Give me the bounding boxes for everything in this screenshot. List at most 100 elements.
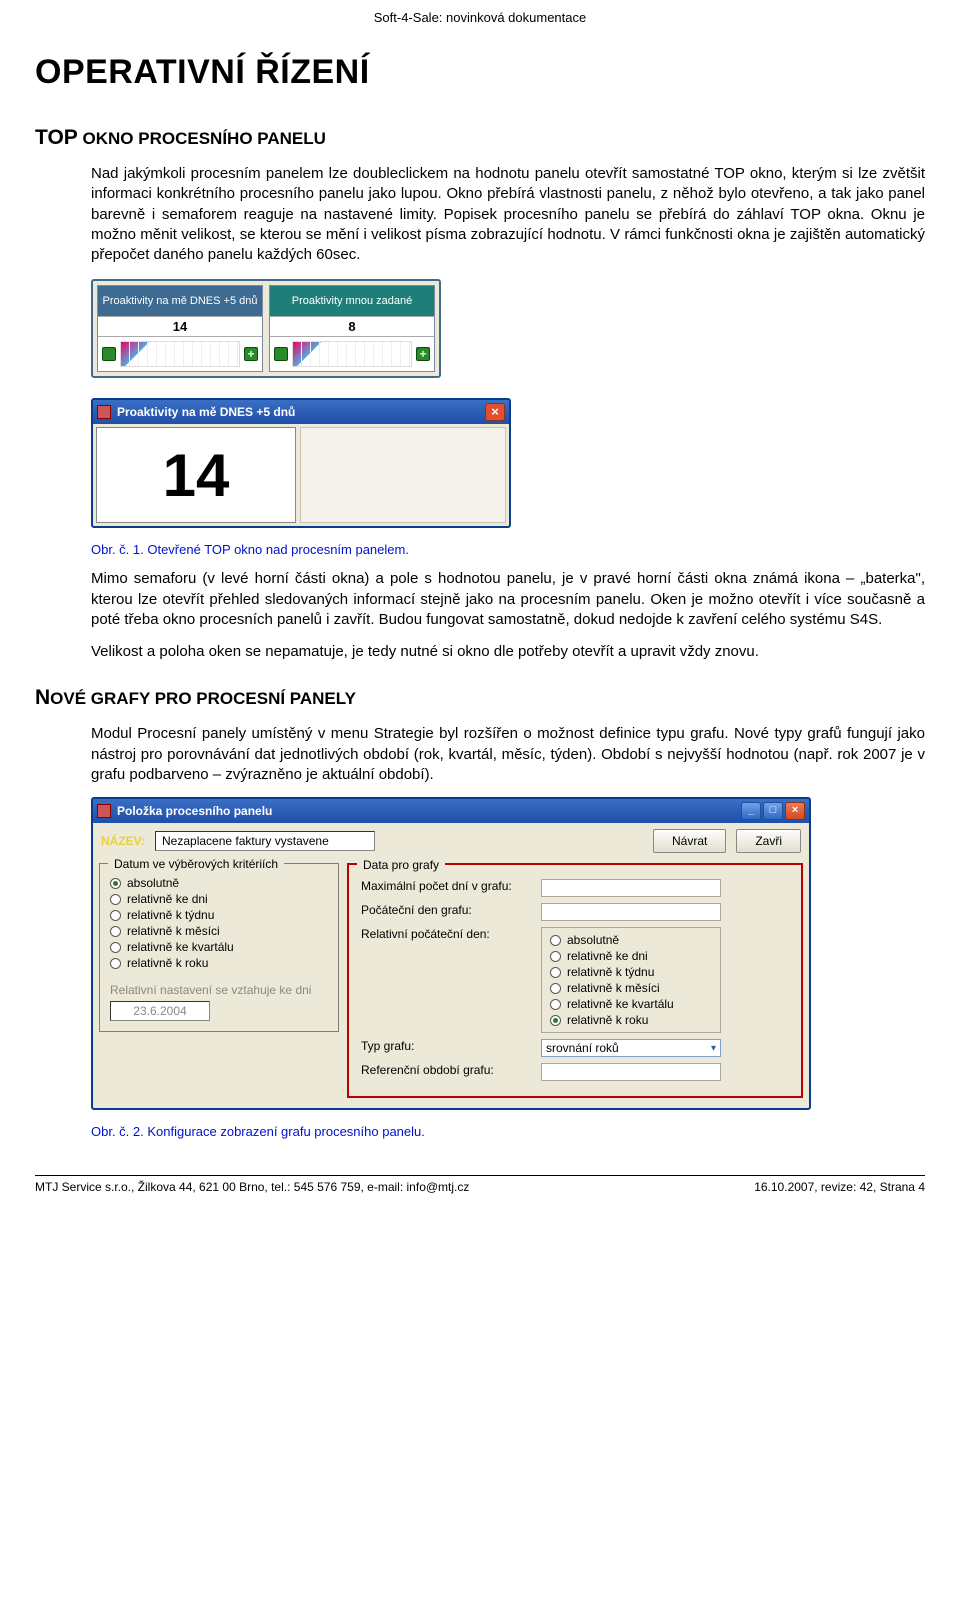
- radio-icon: [110, 926, 121, 937]
- config-body: Datum ve výběrových kritériích absolutně…: [93, 859, 809, 1108]
- config-window-titlebar[interactable]: Položka procesního panelu _ □ ×: [93, 799, 809, 823]
- row-rel-start: Relativní počáteční den: absolutně relat…: [361, 924, 789, 1036]
- battery-icon[interactable]: [274, 347, 288, 361]
- radio-rel-year[interactable]: relativně k roku: [110, 955, 328, 971]
- app-icon: [97, 405, 111, 419]
- top-window-value: 14: [163, 441, 230, 510]
- figure-2-window: Položka procesního panelu _ □ × NÁZEV: N…: [91, 797, 811, 1110]
- radio2-rel-year[interactable]: relativně k roku: [550, 1012, 712, 1028]
- radio2-rel-quarter[interactable]: relativně ke kvartálu: [550, 996, 712, 1012]
- row-chart-type: Typ grafu: srovnání roků ▾: [361, 1036, 789, 1060]
- radio-rel-quarter[interactable]: relativně ke kvartálu: [110, 939, 328, 955]
- heading-nove-rest: OVÉ GRAFY PRO PROCESNÍ PANELY: [50, 689, 356, 708]
- radio-rel-week[interactable]: relativně k týdnu: [110, 907, 328, 923]
- radio-icon: [110, 878, 121, 889]
- close-icon[interactable]: ×: [785, 802, 805, 820]
- sec1-paragraph-2: Mimo semaforu (v levé horní části okna) …: [91, 569, 925, 630]
- section-2-content: Modul Procesní panely umístěný v menu St…: [35, 724, 925, 1139]
- footer-left: MTJ Service s.r.o., Žilkova 44, 621 00 B…: [35, 1180, 469, 1194]
- radio2-rel-week[interactable]: relativně k týdnu: [550, 964, 712, 980]
- figure-1-caption: Obr. č. 1. Otevřené TOP okno nad procesn…: [91, 542, 925, 557]
- radio2-absolute[interactable]: absolutně: [550, 932, 712, 948]
- top-window-value-box[interactable]: 14: [96, 427, 296, 523]
- top-window-body: 14: [93, 424, 509, 526]
- plus-icon[interactable]: +: [244, 347, 258, 361]
- plus-icon[interactable]: +: [416, 347, 430, 361]
- panel-b-chart-row: +: [270, 337, 434, 371]
- radio-icon: [110, 910, 121, 921]
- rel-date-field[interactable]: 23.6.2004: [110, 1001, 210, 1021]
- heading-nove-large: N: [35, 686, 50, 709]
- name-input[interactable]: Nezaplacene faktury vystavene: [155, 831, 375, 851]
- panel-a-title: Proaktivity na mě DNES +5 dnů: [98, 286, 262, 316]
- radio-icon: [550, 999, 561, 1010]
- radio2-rel-month[interactable]: relativně k měsíci: [550, 980, 712, 996]
- top-window: Proaktivity na mě DNES +5 dnů × 14: [91, 398, 511, 528]
- radio-icon: [550, 983, 561, 994]
- chevron-down-icon: ▾: [711, 1043, 716, 1054]
- groupbox-date-criteria: Datum ve výběrových kritériích absolutně…: [99, 863, 339, 1032]
- config-window-title: Položka procesního panelu: [117, 804, 272, 818]
- process-panels-pair: Proaktivity na mě DNES +5 dnů 14 + Proak…: [91, 279, 441, 378]
- close-button[interactable]: Zavři: [736, 829, 801, 853]
- section-1-content: Nad jakýmkoli procesním panelem lze doub…: [35, 164, 925, 662]
- radio-icon: [550, 951, 561, 962]
- sparkline-chart: [292, 341, 412, 367]
- footer-right: 16.10.2007, revize: 42, Strana 4: [754, 1180, 925, 1194]
- sec1-paragraph-3: Velikost a poloha oken se nepamatuje, je…: [91, 642, 925, 662]
- start-day-input[interactable]: [541, 903, 721, 921]
- return-button[interactable]: Návrat: [653, 829, 726, 853]
- top-window-right-pane: [300, 427, 506, 523]
- doc-header: Soft-4-Sale: novinková dokumentace: [35, 10, 925, 25]
- config-toolbar: NÁZEV: Nezaplacene faktury vystavene Náv…: [93, 823, 809, 859]
- figure-2-caption: Obr. č. 2. Konfigurace zobrazení grafu p…: [91, 1124, 925, 1139]
- heading-top-rest: OKNO PROCESNÍHO PANELU: [78, 129, 326, 148]
- row-start-day: Počáteční den grafu:: [361, 900, 789, 924]
- panel-a-chart-row: +: [98, 337, 262, 371]
- groupbox-chart-data: Data pro grafy Maximální počet dní v gra…: [347, 863, 803, 1098]
- maximize-icon[interactable]: □: [763, 802, 783, 820]
- heading-top-okno: TOP OKNO PROCESNÍHO PANELU: [35, 126, 925, 150]
- radio-icon: [550, 967, 561, 978]
- radio-icon: [110, 958, 121, 969]
- ref-period-input[interactable]: [541, 1063, 721, 1081]
- sparkline-chart: [120, 341, 240, 367]
- sec1-paragraph-1: Nad jakýmkoli procesním panelem lze doub…: [91, 164, 925, 265]
- process-panel-b[interactable]: Proaktivity mnou zadané 8 +: [269, 285, 435, 372]
- figure-1: Proaktivity na mě DNES +5 dnů 14 + Proak…: [91, 279, 925, 528]
- minimize-icon[interactable]: _: [741, 802, 761, 820]
- top-window-title: Proaktivity na mě DNES +5 dnů: [117, 405, 295, 419]
- panel-a-value[interactable]: 14: [98, 316, 262, 337]
- page-footer: MTJ Service s.r.o., Žilkova 44, 621 00 B…: [35, 1175, 925, 1194]
- rel-note-label: Relativní nastavení se vztahuje ke dni: [110, 983, 328, 997]
- name-label: NÁZEV:: [101, 834, 145, 848]
- radio-rel-day[interactable]: relativně ke dni: [110, 891, 328, 907]
- max-days-input[interactable]: [541, 879, 721, 897]
- radio-icon: [110, 942, 121, 953]
- radio-absolute[interactable]: absolutně: [110, 875, 328, 891]
- document-page: Soft-4-Sale: novinková dokumentace OPERA…: [0, 0, 960, 1194]
- radio-icon: [550, 935, 561, 946]
- groupbox-right-title: Data pro grafy: [357, 858, 445, 872]
- battery-icon[interactable]: [102, 347, 116, 361]
- combo-value: srovnání roků: [546, 1041, 619, 1055]
- sec2-paragraph-1: Modul Procesní panely umístěný v menu St…: [91, 724, 925, 785]
- panel-b-title: Proaktivity mnou zadané: [270, 286, 434, 316]
- heading-top-large: TOP: [35, 126, 78, 149]
- groupbox-left-title: Datum ve výběrových kritériích: [108, 857, 284, 871]
- process-panel-a[interactable]: Proaktivity na mě DNES +5 dnů 14 +: [97, 285, 263, 372]
- radio-icon: [550, 1015, 561, 1026]
- close-icon[interactable]: ×: [485, 403, 505, 421]
- radio2-rel-day[interactable]: relativně ke dni: [550, 948, 712, 964]
- window-buttons: _ □ ×: [741, 802, 805, 820]
- radio-icon: [110, 894, 121, 905]
- heading-nove-grafy: NOVÉ GRAFY PRO PROCESNÍ PANELY: [35, 686, 925, 710]
- radio-rel-month[interactable]: relativně k měsíci: [110, 923, 328, 939]
- row-max-days: Maximální počet dní v grafu:: [361, 876, 789, 900]
- row-ref-period: Referenční období grafu:: [361, 1060, 789, 1084]
- rel-start-radio-group: absolutně relativně ke dni relativně k t…: [541, 927, 721, 1033]
- panel-b-value[interactable]: 8: [270, 316, 434, 337]
- app-icon: [97, 804, 111, 818]
- chart-type-combo[interactable]: srovnání roků ▾: [541, 1039, 721, 1057]
- top-window-titlebar[interactable]: Proaktivity na mě DNES +5 dnů ×: [93, 400, 509, 424]
